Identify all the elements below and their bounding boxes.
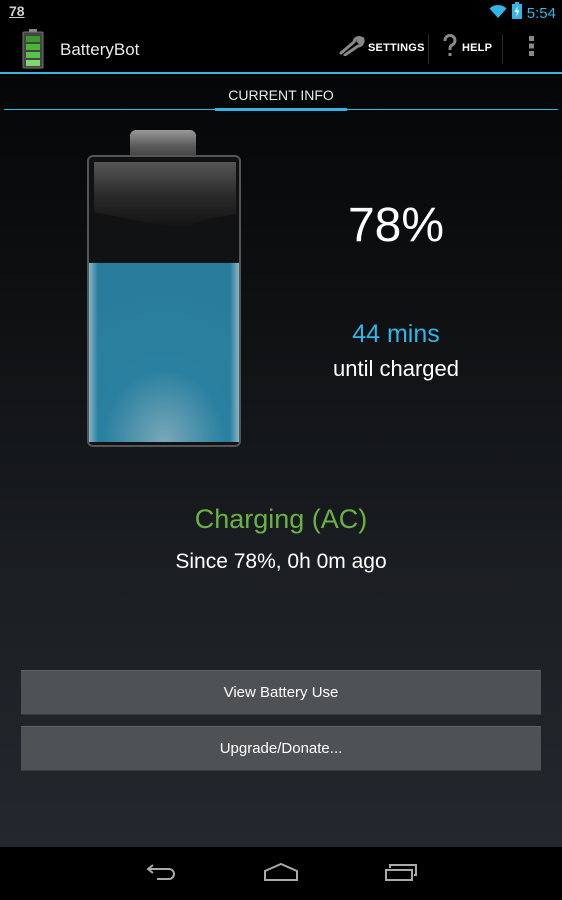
back-button[interactable] [137, 859, 187, 889]
time-remaining-label: until charged [333, 356, 459, 381]
help-label: HELP [462, 42, 493, 54]
overflow-menu-icon [529, 35, 535, 61]
charging-since: Since 78%, 0h 0m ago [175, 550, 387, 573]
upgrade-donate-button[interactable]: Upgrade/Donate... [21, 726, 541, 771]
battery-fill-edge [89, 262, 239, 442]
charging-status: Charging (AC) [194, 504, 368, 534]
question-icon [441, 33, 459, 63]
overflow-menu-button[interactable] [522, 24, 542, 72]
notification-battery-level: 78 [9, 3, 25, 19]
battery-level-graphic [84, 130, 248, 460]
help-button[interactable]: HELP [441, 24, 492, 72]
battery-icon [22, 29, 44, 69]
wrench-icon [339, 35, 365, 61]
home-icon [263, 862, 299, 887]
status-icons: 5:54 [489, 2, 556, 24]
settings-button[interactable]: SETTINGS [339, 24, 425, 72]
time-remaining: 44 mins [352, 320, 440, 348]
battery-percentage: 78% [347, 199, 445, 252]
view-battery-use-button[interactable]: View Battery Use [21, 670, 541, 715]
action-divider [428, 34, 429, 64]
tab-indicator [215, 108, 347, 111]
status-bar: 78 5:54 [0, 0, 562, 24]
recent-apps-button[interactable] [376, 859, 426, 889]
tab-strip: CURRENT INFO [4, 76, 558, 111]
recent-apps-icon [384, 862, 418, 887]
back-icon [145, 862, 179, 887]
action-bar: BatteryBot SETTINGS HELP [0, 24, 562, 74]
home-button[interactable] [256, 859, 306, 889]
main-content: CURRENT INFO 78% 44 mins until charged C… [0, 76, 562, 847]
status-time: 5:54 [526, 4, 556, 22]
app-title: BatteryBot [60, 40, 140, 59]
navigation-bar [0, 847, 562, 900]
tab-current-info[interactable]: CURRENT INFO [215, 76, 347, 111]
battery-charging-icon [511, 2, 522, 24]
tab-label: CURRENT INFO [228, 87, 334, 103]
settings-label: SETTINGS [368, 42, 425, 54]
action-divider [502, 34, 503, 64]
wifi-icon [489, 3, 507, 24]
